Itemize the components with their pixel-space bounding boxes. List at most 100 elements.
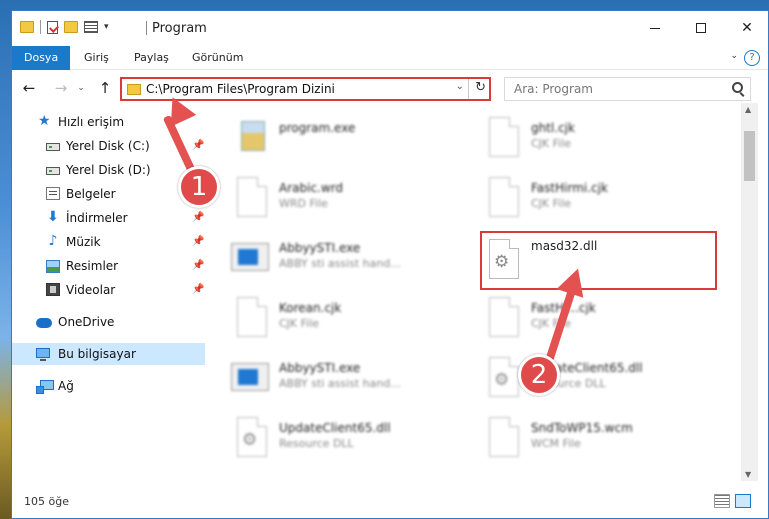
- pin-icon[interactable]: 📌: [192, 236, 204, 247]
- search-input[interactable]: Ara: Program: [504, 77, 751, 101]
- details-view-icon[interactable]: [714, 494, 730, 508]
- navigation-pane: ★ Hızlı erişim Yerel Disk (C:) 📌 Yerel D…: [12, 111, 205, 481]
- recent-locations-button[interactable]: ⌄: [74, 77, 88, 99]
- scroll-down-icon[interactable]: ▼: [745, 470, 751, 479]
- tab-gorunum[interactable]: Görünüm: [180, 46, 255, 70]
- sidebar-item-label: İndirmeler: [66, 211, 128, 225]
- sidebar-item-label: Müzik: [66, 235, 101, 249]
- sidebar-item-onedrive[interactable]: OneDrive: [12, 311, 205, 333]
- up-button[interactable]: ↑: [94, 77, 116, 99]
- address-path[interactable]: C:\Program Files\Program Dizini: [146, 82, 335, 96]
- document-icon: [489, 117, 519, 157]
- sidebar-item-this-pc[interactable]: Bu bilgisayar: [12, 343, 205, 365]
- music-icon: ♪: [48, 233, 58, 249]
- application-icon: [231, 243, 269, 271]
- sidebar-item-label: OneDrive: [58, 315, 115, 329]
- dll-gear-icon: [489, 357, 519, 397]
- help-icon[interactable]: ?: [744, 50, 760, 66]
- network-icon: [36, 380, 54, 394]
- sidebar-item-label: Bu bilgisayar: [58, 347, 136, 361]
- annotation-badge-2: 2: [518, 354, 560, 396]
- ribbon-expand-icon[interactable]: ⌄: [730, 51, 738, 61]
- title-bar: ▾ Program ✕: [12, 11, 768, 45]
- address-dropdown-icon[interactable]: ⌄: [456, 81, 464, 92]
- list-item[interactable]: AbbyySTI.exe ABBY sti assist hand...: [217, 351, 457, 407]
- file-name: program.exe: [279, 121, 356, 135]
- sidebar-item-label: Belgeler: [66, 187, 116, 201]
- maximize-button[interactable]: [678, 11, 724, 45]
- pin-icon[interactable]: 📌: [192, 260, 204, 271]
- scrollbar-thumb[interactable]: [744, 131, 755, 181]
- list-item[interactable]: UpdateClient65.dll Resource DLL: [469, 351, 709, 407]
- list-item[interactable]: FastHirmi.cjk CJK File: [469, 171, 709, 227]
- address-divider: [468, 79, 469, 99]
- file-description: CJK File: [531, 197, 572, 210]
- documents-icon: [46, 187, 60, 200]
- sidebar-item-network[interactable]: Ağ: [12, 375, 205, 397]
- drive-icon: [46, 143, 60, 151]
- explorer-window: ▾ Program ✕ Dosya Giriş Paylaş Görünüm ⌄…: [11, 10, 769, 519]
- sidebar-item-videos[interactable]: Videolar 📌: [12, 279, 205, 301]
- refresh-icon[interactable]: ↻: [475, 80, 486, 95]
- customize-toolbar-icon[interactable]: ▾: [104, 22, 109, 32]
- sidebar-item-downloads[interactable]: ⬇ İndirmeler 📌: [12, 207, 205, 229]
- file-name: ghtl.cjk: [531, 121, 575, 135]
- file-name: UpdateClient65.dll: [279, 421, 391, 435]
- document-icon: [489, 297, 519, 337]
- list-item[interactable]: UpdateClient65.dll Resource DLL: [217, 411, 457, 467]
- tab-paylas[interactable]: Paylaş: [122, 46, 181, 70]
- ribbon-tabs: Dosya Giriş Paylaş Görünüm ⌄ ?: [12, 46, 768, 70]
- search-placeholder: Ara: Program: [514, 82, 593, 96]
- sidebar-item-label: Videolar: [66, 283, 116, 297]
- setup-file-icon: [237, 117, 267, 157]
- forward-button[interactable]: →: [50, 77, 72, 99]
- sidebar-item-music[interactable]: ♪ Müzik 📌: [12, 231, 205, 253]
- view-icon[interactable]: [84, 21, 98, 33]
- list-item[interactable]: SndToWP15.wcm WCM File: [469, 411, 709, 467]
- sidebar-item-label: Ağ: [58, 379, 74, 393]
- minimize-icon: [650, 27, 660, 29]
- back-button[interactable]: ←: [18, 77, 40, 99]
- folder-icon[interactable]: [20, 21, 34, 33]
- sidebar-item-disk-d[interactable]: Yerel Disk (D:): [12, 159, 205, 181]
- list-item[interactable]: AbbyySTI.exe ABBY sti assist hand...: [217, 231, 457, 287]
- tab-dosya[interactable]: Dosya: [12, 46, 71, 70]
- pin-icon[interactable]: 📌: [192, 284, 204, 295]
- close-button[interactable]: ✕: [724, 11, 769, 45]
- properties-icon[interactable]: [47, 20, 58, 34]
- list-item[interactable]: program.exe: [217, 111, 457, 167]
- application-icon: [231, 363, 269, 391]
- vertical-scrollbar[interactable]: ▲ ▼: [741, 103, 758, 481]
- file-description: Resource DLL: [279, 437, 354, 450]
- file-description: ABBY sti assist hand...: [279, 377, 401, 390]
- list-item[interactable]: FastHi...cjk CJK File: [469, 291, 709, 347]
- tab-giris[interactable]: Giriş: [72, 46, 121, 70]
- document-icon: [237, 177, 267, 217]
- toolbar-divider: [40, 20, 41, 34]
- document-icon: [237, 297, 267, 337]
- scroll-up-icon[interactable]: ▲: [745, 105, 751, 114]
- item-count: 105 öğe: [24, 495, 69, 508]
- computer-icon: [36, 348, 50, 361]
- file-description: CJK File: [531, 137, 572, 150]
- large-icons-view-icon[interactable]: [735, 494, 751, 508]
- list-item[interactable]: ghtl.cjk CJK File: [469, 111, 709, 167]
- navigation-bar: ← → ⌄ ↑ C:\Program Files\Program Dizini …: [12, 73, 768, 103]
- file-name: AbbyySTI.exe: [279, 241, 361, 255]
- arrow-up-icon: ↑: [98, 79, 112, 97]
- pin-icon[interactable]: 📌: [192, 140, 204, 151]
- sidebar-item-label: Yerel Disk (C:): [66, 139, 150, 153]
- list-item[interactable]: Arabic.wrd WRD File: [217, 171, 457, 227]
- list-item[interactable]: Korean.cjk CJK File: [217, 291, 457, 347]
- file-name: FastHirmi.cjk: [531, 181, 608, 195]
- sidebar-item-pictures[interactable]: Resimler 📌: [12, 255, 205, 277]
- maximize-icon: [696, 23, 706, 33]
- pin-icon[interactable]: 📌: [192, 212, 204, 223]
- search-icon[interactable]: [732, 82, 743, 93]
- new-folder-icon[interactable]: [64, 21, 78, 33]
- file-description: WRD File: [279, 197, 328, 210]
- window-title: Program: [152, 21, 207, 36]
- file-list: program.exe ghtl.cjk CJK File Arabic.wrd…: [217, 103, 741, 481]
- sidebar-item-documents[interactable]: Belgeler: [12, 183, 205, 205]
- minimize-button[interactable]: [632, 11, 678, 45]
